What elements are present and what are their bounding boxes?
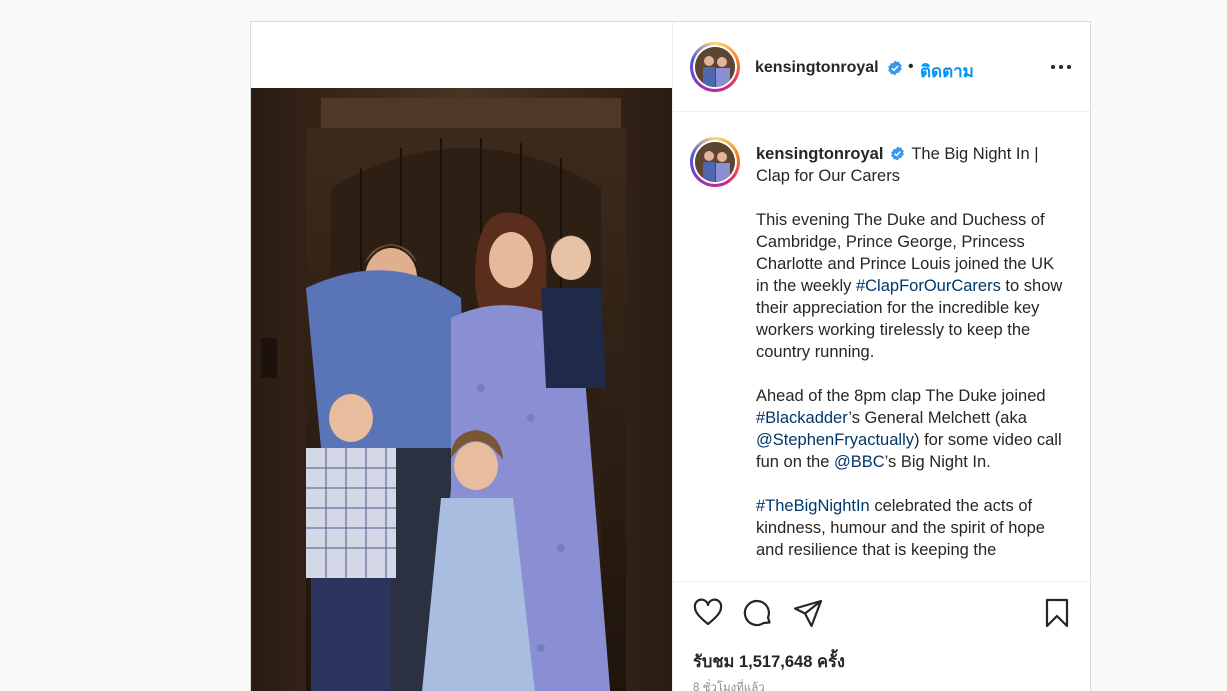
view-count[interactable]: รับชม 1,517,648 ครั้ง: [693, 649, 845, 675]
post-header: kensingtonroyal • ติดตาม: [673, 22, 1090, 112]
avatar[interactable]: [690, 42, 740, 92]
follow-button[interactable]: ติดตาม: [920, 58, 974, 85]
verified-badge-icon: [891, 146, 904, 161]
caption-title-line: kensingtonroyal The Big Night In | Clap …: [756, 143, 1066, 187]
heart-icon[interactable]: [692, 597, 724, 629]
family-photo-illustration: [251, 88, 672, 691]
comment-icon[interactable]: [742, 597, 774, 629]
more-options-icon[interactable]: [1051, 56, 1073, 76]
paper-plane-icon[interactable]: [792, 597, 824, 629]
caption-username-link[interactable]: kensingtonroyal: [756, 145, 883, 163]
caption-text: Ahead of the 8pm clap The Duke joined: [756, 387, 1046, 405]
username-link[interactable]: kensingtonroyal: [755, 59, 879, 77]
caption-text: ’s Big Night In.: [884, 453, 991, 471]
post-media-column: [251, 22, 672, 691]
verified-badge-icon: [888, 60, 902, 76]
post-photo[interactable]: [251, 88, 672, 691]
avatar-image: [695, 47, 735, 87]
post-info-column: kensingtonroyal • ติดตาม kensingtonroyal…: [672, 22, 1091, 691]
avatar-image: [695, 142, 735, 182]
hashtag-link[interactable]: #ClapForOurCarers: [856, 277, 1001, 295]
caption-avatar[interactable]: [690, 137, 740, 187]
hashtag-link[interactable]: #Blackadder: [756, 409, 848, 427]
instagram-post: kensingtonroyal • ติดตาม kensingtonroyal…: [250, 21, 1091, 691]
mention-link[interactable]: @StephenFryactually: [756, 431, 914, 449]
post-timestamp[interactable]: 8 ชั่วโมงที่แล้ว: [693, 679, 765, 691]
mention-link[interactable]: @BBC: [834, 453, 885, 471]
caption-paragraph-1: This evening The Duke and Duchess of Cam…: [756, 209, 1066, 363]
separator-dot: •: [908, 58, 914, 75]
caption-text: ’s General Melchett (aka: [848, 409, 1027, 427]
hashtag-link[interactable]: #TheBigNightIn: [756, 497, 870, 515]
caption-paragraph-2: Ahead of the 8pm clap The Duke joined #B…: [756, 385, 1066, 473]
bookmark-icon[interactable]: [1041, 597, 1073, 629]
caption-scroll-area[interactable]: kensingtonroyal The Big Night In | Clap …: [673, 113, 1091, 581]
post-actions-bar: รับชม 1,517,648 ครั้ง 8 ชั่วโมงที่แล้ว: [673, 581, 1091, 691]
caption-paragraph-3: #TheBigNightIn celebrated the acts of ki…: [756, 495, 1066, 561]
post-caption: kensingtonroyal The Big Night In | Clap …: [756, 143, 1066, 581]
